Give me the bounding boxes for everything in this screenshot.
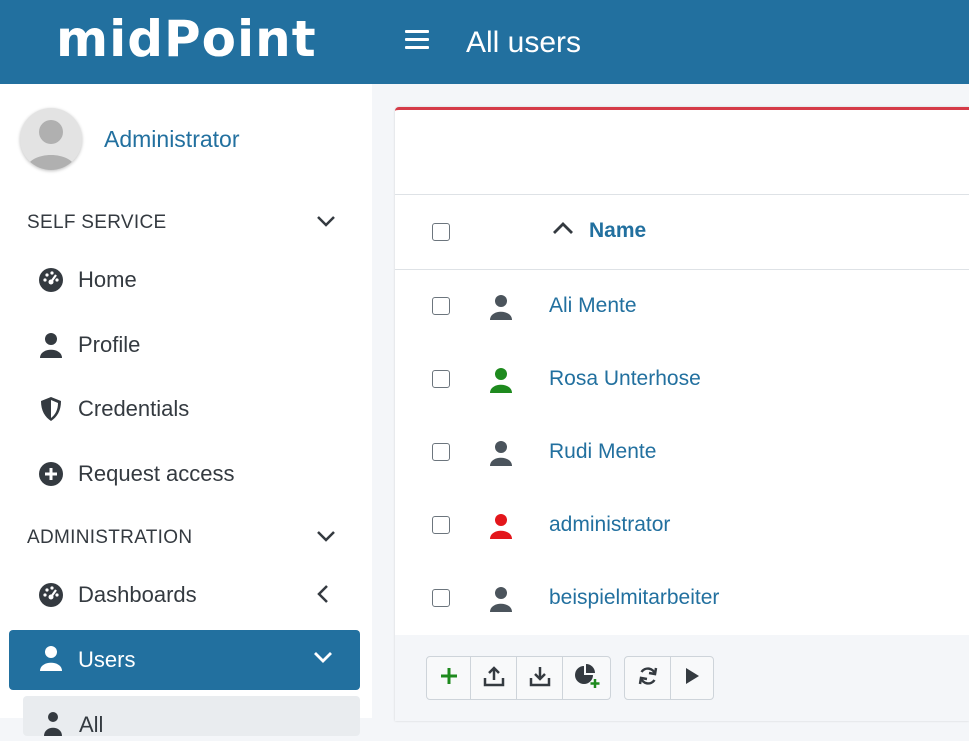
sidebar-item-label: Users	[78, 647, 136, 672]
refresh-button[interactable]	[624, 656, 671, 700]
row-checkbox[interactable]	[432, 589, 450, 607]
users-table-card: Name Ali Mente Rosa Unterhose Rudi Mente…	[395, 107, 969, 721]
table-row[interactable]: Rudi Mente	[395, 416, 969, 490]
user-name-link[interactable]: administrator	[549, 513, 670, 537]
play-button[interactable]	[670, 656, 714, 700]
add-user-button[interactable]	[426, 656, 471, 700]
select-all-checkbox[interactable]	[432, 223, 450, 241]
table-row[interactable]: administrator	[395, 489, 969, 563]
row-checkbox[interactable]	[432, 443, 450, 461]
chevron-down-icon[interactable]	[313, 650, 333, 669]
user-name-link[interactable]: Ali Mente	[549, 294, 637, 318]
create-report-button[interactable]	[562, 656, 611, 700]
sidebar-item-label: Profile	[78, 332, 141, 357]
refresh-icon	[637, 665, 659, 692]
table-row[interactable]: Rosa Unterhose	[395, 343, 969, 417]
sidebar-item-label: Request access	[78, 461, 235, 486]
report-chart-icon	[573, 663, 601, 694]
import-button[interactable]	[470, 656, 517, 700]
section-administration[interactable]: ADMINISTRATION	[27, 527, 192, 549]
import-icon	[483, 665, 505, 692]
export-icon	[529, 665, 551, 692]
user-name-link[interactable]: Administrator	[104, 126, 239, 153]
dashboard-gauge-icon	[36, 580, 66, 610]
sidebar-subitem-all-users[interactable]: All	[23, 696, 360, 737]
user-icon	[490, 294, 512, 325]
table-header-row: Name	[395, 195, 969, 271]
user-name-link[interactable]: Rosa Unterhose	[549, 367, 701, 391]
user-icon	[39, 645, 63, 676]
midpoint-logo[interactable]: midPoint	[56, 10, 317, 68]
sort-ascending-icon[interactable]	[551, 220, 575, 241]
user-icon	[36, 330, 66, 360]
table-row[interactable]: beispielmitarbeiter	[395, 562, 969, 636]
avatar	[20, 108, 82, 170]
row-checkbox[interactable]	[432, 297, 450, 315]
sidebar-item-users[interactable]: Users	[9, 630, 360, 690]
row-checkbox[interactable]	[432, 370, 450, 388]
table-row[interactable]: Ali Mente	[395, 270, 969, 344]
logo-text: midPoint	[56, 10, 317, 68]
chevron-down-icon[interactable]	[316, 529, 336, 548]
chevron-down-icon[interactable]	[316, 214, 336, 233]
card-header	[395, 110, 969, 195]
dashboard-gauge-icon	[36, 265, 66, 295]
user-name-link[interactable]: beispielmitarbeiter	[549, 586, 719, 610]
menu-toggle-icon[interactable]	[405, 30, 429, 50]
section-self-service[interactable]: SELF SERVICE	[27, 212, 166, 234]
row-checkbox[interactable]	[432, 516, 450, 534]
sidebar-item-profile[interactable]: Profile	[36, 325, 140, 365]
page-title: All users	[466, 26, 582, 59]
sidebar-item-request-access[interactable]: Request access	[36, 454, 235, 494]
sidebar-item-home[interactable]: Home	[36, 260, 137, 300]
sidebar-item-credentials[interactable]: Credentials	[36, 389, 189, 429]
user-icon	[490, 440, 512, 471]
sidebar-item-label: Home	[78, 267, 137, 292]
sidebar-subitem-label: All	[79, 712, 104, 737]
column-header-name[interactable]: Name	[589, 219, 646, 243]
sidebar: Administrator SELF SERVICE Home Profile …	[0, 84, 372, 737]
table-footer	[395, 635, 969, 721]
sidebar-item-label: Dashboards	[78, 582, 197, 607]
top-navbar: midPoint All users	[0, 0, 969, 84]
chevron-left-icon[interactable]	[316, 584, 330, 609]
user-icon	[490, 367, 512, 398]
user-icon	[490, 586, 512, 617]
user-name-link[interactable]: Rudi Mente	[549, 440, 656, 464]
plus-circle-icon	[36, 459, 66, 489]
user-icon	[490, 513, 512, 544]
add-icon	[439, 666, 459, 691]
sidebar-item-dashboards[interactable]: Dashboards	[36, 575, 197, 615]
shield-icon	[36, 394, 66, 424]
user-icon	[43, 710, 63, 741]
sidebar-item-label: Credentials	[78, 396, 190, 421]
export-button[interactable]	[516, 656, 563, 700]
play-icon	[683, 666, 701, 691]
